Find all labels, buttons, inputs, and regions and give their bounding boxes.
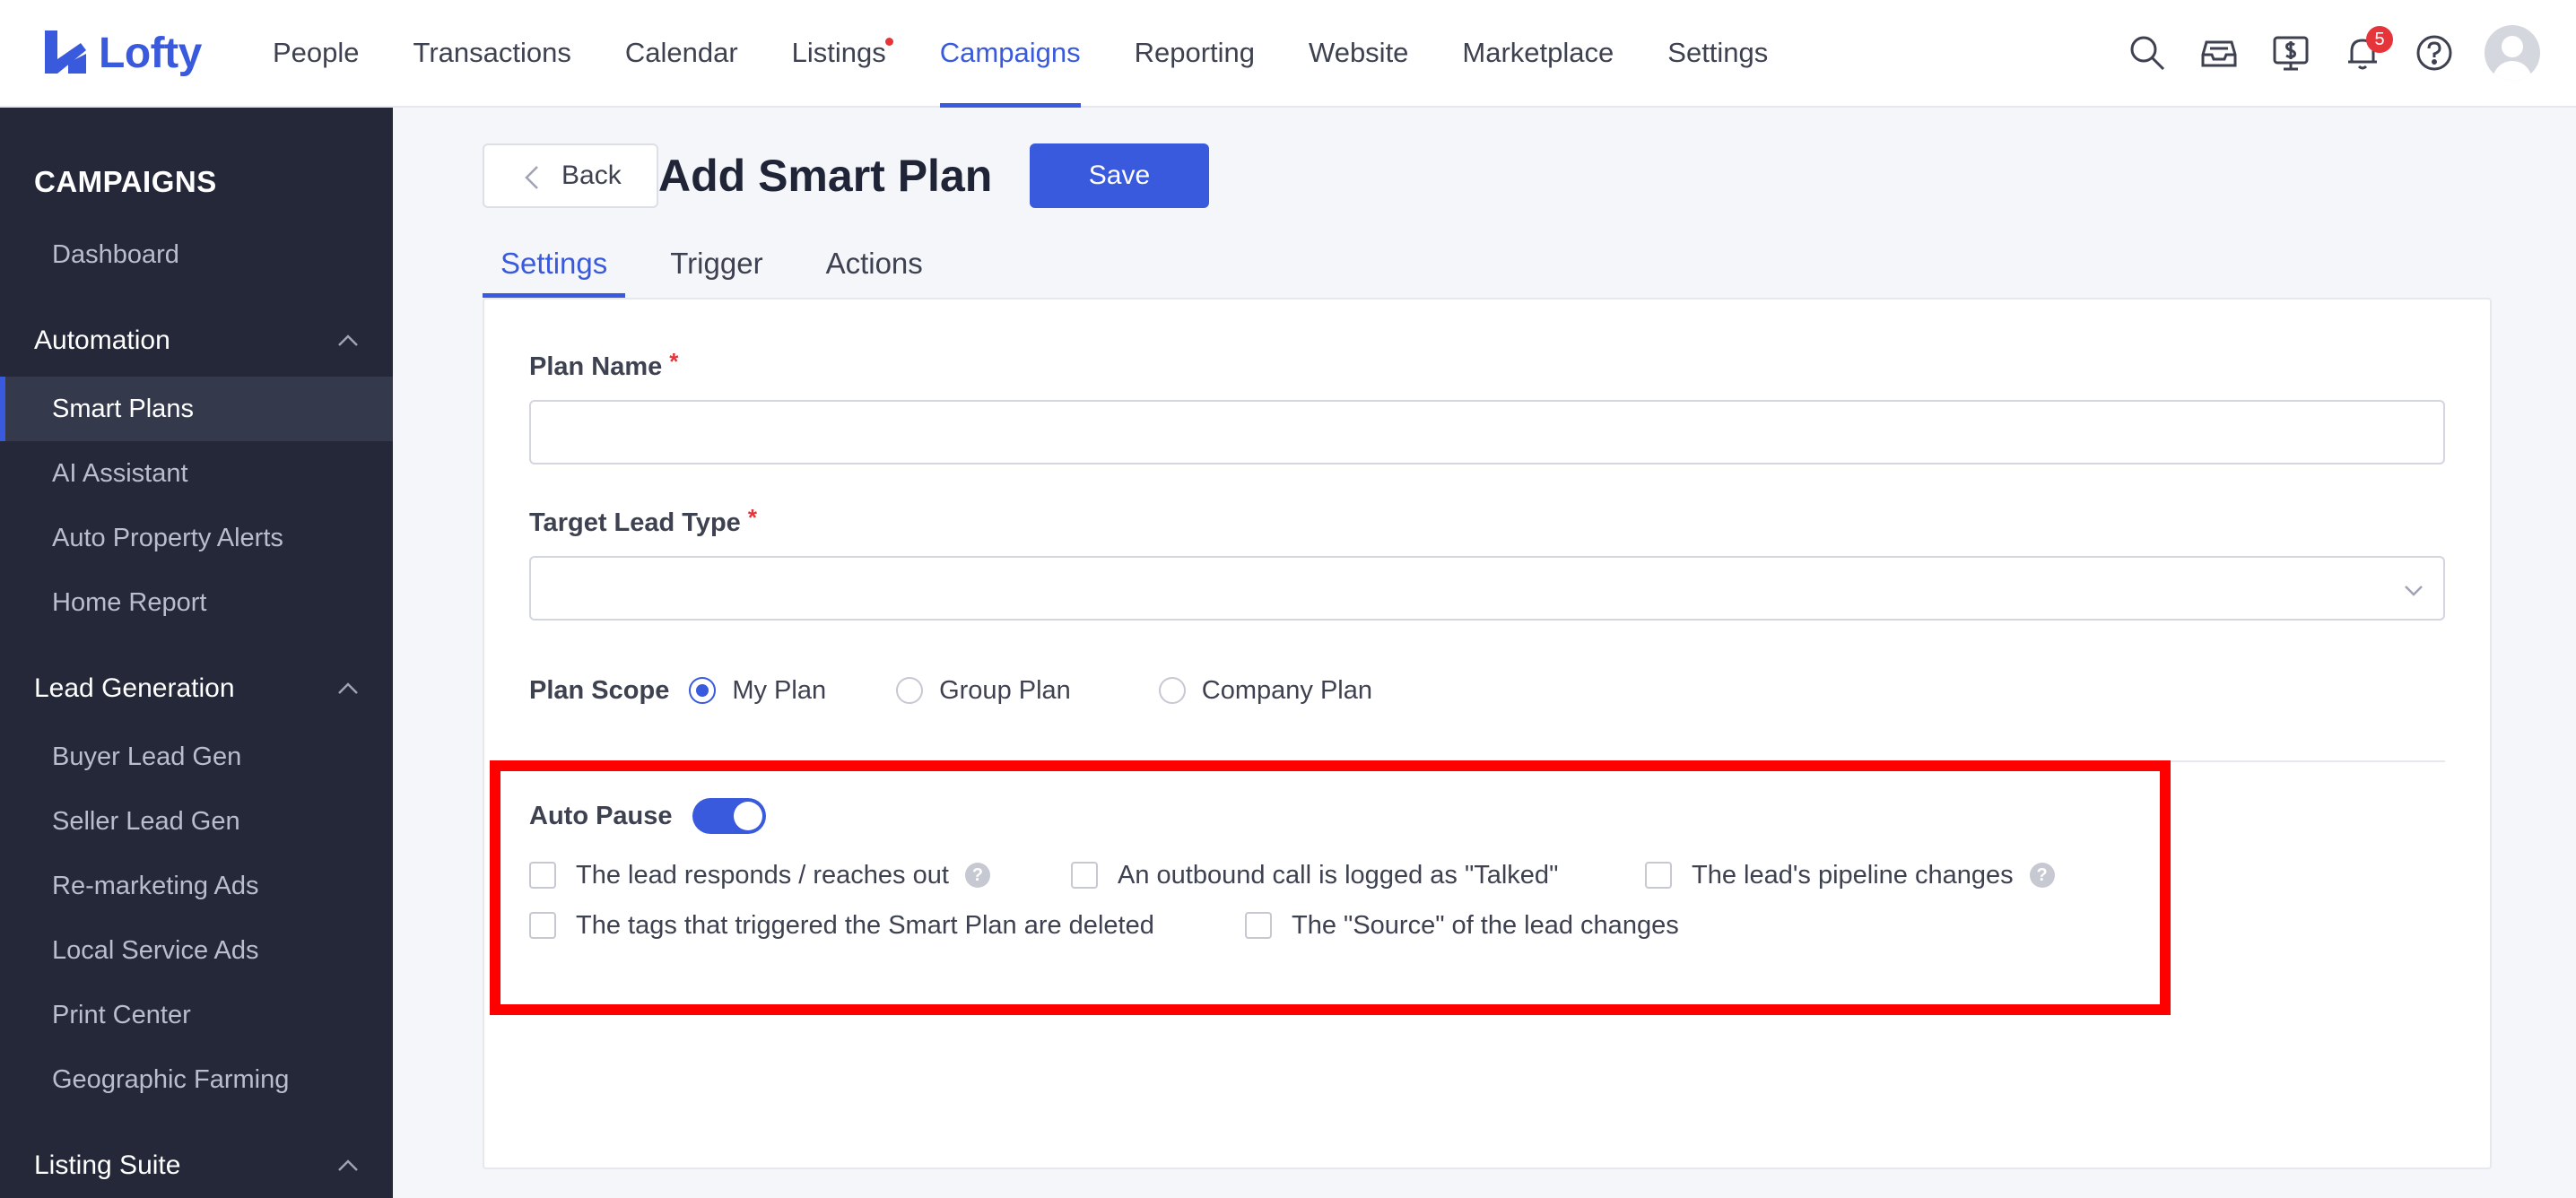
chevron-down-icon [2405,586,2423,596]
brand-name: Lofty [99,29,202,77]
nav-website[interactable]: Website [1309,0,1408,106]
lofty-logo-icon [45,30,86,74]
sidebar-item-remarketing-ads[interactable]: Re-marketing Ads [0,854,393,918]
sidebar-section-automation[interactable]: Automation [0,308,393,373]
chevron-up-icon [338,682,358,694]
plan-name-input[interactable] [529,400,2445,464]
notification-badge: 5 [2366,26,2393,53]
required-marker: * [747,504,757,531]
tab-bar: Settings Trigger Actions [483,230,968,298]
sidebar-section-label: Listing Suite [34,1150,181,1180]
radio-company-plan[interactable]: Company Plan [1158,675,1373,706]
chevron-left-icon [525,166,538,189]
plan-scope-label: Plan Scope [529,675,670,705]
nav-settings[interactable]: Settings [1667,0,1768,106]
radio-group-plan[interactable]: Group Plan [896,676,1071,706]
save-button[interactable]: Save [1030,143,1209,208]
sidebar-item-local-service-ads[interactable]: Local Service Ads [0,918,393,983]
sidebar-title: CAMPAIGNS [34,165,217,198]
tab-trigger[interactable]: Trigger [652,230,780,298]
sidebar: CAMPAIGNS Dashboard Automation Smart Pla… [0,108,393,1198]
radio-indicator [1158,677,1186,704]
plan-name-label-text: Plan Name [529,352,663,381]
sidebar-section-listing-suite[interactable]: Listing Suite [0,1133,393,1198]
radio-label: My Plan [732,675,827,705]
sidebar-item-dashboard[interactable]: Dashboard [0,222,393,287]
chevron-up-icon [338,334,358,346]
inbox-icon[interactable] [2197,31,2241,74]
nav-marketplace[interactable]: Marketplace [1462,0,1614,106]
billing-icon[interactable] [2269,31,2312,74]
help-icon[interactable] [2413,31,2456,74]
avatar[interactable] [2485,25,2540,81]
radio-label: Group Plan [939,675,1071,705]
main-nav: People Transactions Calendar Listings Ca… [273,0,1822,108]
nav-listings[interactable]: Listings [791,0,893,106]
sidebar-section-lead-generation[interactable]: Lead Generation [0,656,393,721]
radio-indicator [689,677,717,704]
bell-icon[interactable]: 5 [2341,26,2393,74]
target-lead-type-label-text: Target Lead Type [529,508,741,537]
sidebar-item-geographic-farming[interactable]: Geographic Farming [0,1047,393,1112]
nav-listings-label: Listings [791,37,886,68]
sidebar-item-print-center[interactable]: Print Center [0,983,393,1047]
back-button[interactable]: Back [483,143,658,208]
highlight-box [490,760,2171,1015]
search-icon[interactable] [2126,31,2169,74]
required-marker: * [669,348,679,375]
plan-scope-group: Plan Scope My Plan Group Plan Company Pl… [529,671,1372,710]
nav-reporting[interactable]: Reporting [1135,0,1255,106]
listings-notification-dot [884,38,893,46]
tab-settings[interactable]: Settings [483,230,626,298]
nav-transactions[interactable]: Transactions [413,0,571,106]
lofty-logo[interactable]: Lofty [41,25,202,81]
tab-actions[interactable]: Actions [808,230,941,298]
sidebar-item-seller-lead-gen[interactable]: Seller Lead Gen [0,789,393,854]
nav-campaigns[interactable]: Campaigns [939,0,1081,108]
sidebar-item-ai-assistant[interactable]: AI Assistant [0,441,393,506]
top-icon-group: 5 [2097,25,2540,81]
page-title: Add Smart Plan [658,151,993,201]
target-lead-type-select[interactable] [529,556,2445,621]
radio-label: Company Plan [1201,675,1373,705]
radio-my-plan[interactable]: My Plan [689,676,826,706]
sidebar-section-label: Lead Generation [34,673,235,703]
chevron-up-icon [338,1159,358,1171]
nav-people[interactable]: People [273,0,360,106]
sidebar-section-label: Automation [34,326,170,355]
nav-calendar[interactable]: Calendar [625,0,738,106]
top-bar: Lofty People Transactions Calendar Listi… [0,0,2576,108]
plan-name-label: Plan Name * [529,348,678,382]
sidebar-item-smart-plans[interactable]: Smart Plans [0,377,393,441]
back-button-label: Back [561,161,622,190]
sidebar-item-buyer-lead-gen[interactable]: Buyer Lead Gen [0,725,393,789]
sidebar-item-auto-property-alerts[interactable]: Auto Property Alerts [0,506,393,570]
target-lead-type-label: Target Lead Type * [529,504,757,538]
radio-indicator [896,677,924,704]
sidebar-item-home-report[interactable]: Home Report [0,570,393,635]
